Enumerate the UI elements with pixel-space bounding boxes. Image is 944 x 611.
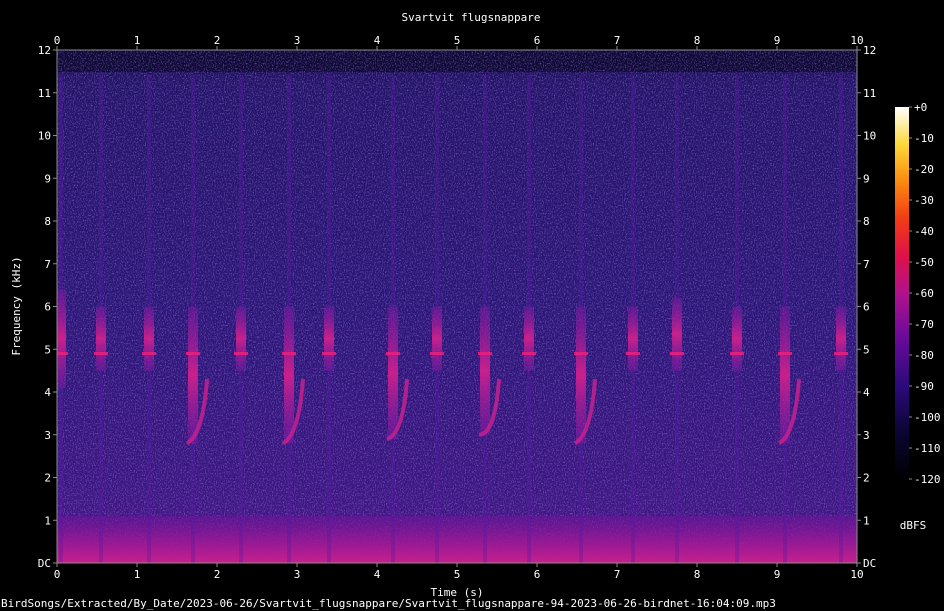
- colorbar-tick-label: -70: [914, 318, 934, 331]
- x-tick-label: 1: [134, 568, 141, 581]
- y-tick-label-right: 8: [863, 215, 870, 228]
- syllable-sweep: [780, 306, 790, 444]
- syllable-sweep: [388, 306, 398, 440]
- y-tick-label-right: 10: [863, 130, 876, 143]
- x-tick-label: 3: [294, 568, 301, 581]
- colorbar-tick-label: +0: [914, 101, 927, 114]
- syllable-sweep: [836, 306, 846, 371]
- y-tick-label: 10: [38, 130, 51, 143]
- colorbar: +0 -10 -20 -30 -40 -50 -60 -70 -80 -90 -100 -110 -12…: [895, 101, 941, 532]
- colorbar-tick-label: -80: [914, 349, 934, 362]
- y-axis-right: DC123456789101112: [857, 44, 876, 570]
- syllable-sweep: [672, 297, 682, 371]
- syllable-sweep: [324, 306, 334, 371]
- y-tick-label-right: 4: [863, 386, 870, 399]
- syllable-sweep: [432, 306, 442, 371]
- x-tick-label-top: 6: [534, 34, 541, 47]
- syllable-sweep: [524, 306, 534, 371]
- x-tick-label-top: 4: [374, 34, 381, 47]
- file-path: BirdSongs/Extracted/By_Date/2023-06-26/S…: [1, 597, 776, 610]
- y-tick-label: 1: [44, 514, 51, 527]
- y-tick-label: DC: [38, 557, 51, 570]
- x-tick-label-top: 3: [294, 34, 301, 47]
- colorbar-tick-label: -40: [914, 225, 934, 238]
- colorbar-gradient: [895, 107, 909, 479]
- y-tick-label-right: 3: [863, 429, 870, 442]
- x-tick-label: 2: [214, 568, 221, 581]
- colorbar-tick-label: -50: [914, 256, 934, 269]
- x-tick-label: 5: [454, 568, 461, 581]
- x-tick-label-top: 7: [614, 34, 621, 47]
- y-tick-label-right: 2: [863, 472, 870, 485]
- syllable-sweep: [144, 306, 154, 371]
- colorbar-label: dBFS: [900, 519, 927, 532]
- colorbar-tick-label: -100: [914, 411, 941, 424]
- y-tick-label: 6: [44, 301, 51, 314]
- x-tick-label-top: 8: [694, 34, 701, 47]
- x-tick-label-top: 5: [454, 34, 461, 47]
- x-axis-bottom: 0 1 2 3 4 5 6 7 8 9 10: [54, 563, 864, 581]
- y-tick-label-right: DC: [863, 557, 876, 570]
- y-tick-label: 4: [44, 386, 51, 399]
- y-tick-label-right: 1: [863, 514, 870, 527]
- y-tick-label: 8: [44, 215, 51, 228]
- y-tick-label-right: 9: [863, 172, 870, 185]
- x-tick-label-top: 10: [850, 34, 863, 47]
- colorbar-ticks: +0 -10 -20 -30 -40 -50 -60 -70 -80 -90 -100 -110 -12…: [909, 101, 941, 486]
- x-tick-label: 7: [614, 568, 621, 581]
- x-tick-label-top: 2: [214, 34, 221, 47]
- y-tick-label: 7: [44, 258, 51, 271]
- colorbar-tick-label: -110: [914, 442, 941, 455]
- colorbar-tick-label: -30: [914, 194, 934, 207]
- x-tick-label: 4: [374, 568, 381, 581]
- x-axis-top: 0 1 2 3 4 5 6 7 8 9 10: [54, 34, 864, 50]
- y-axis-label: Frequency (kHz): [10, 256, 23, 355]
- y-tick-label: 11: [38, 87, 51, 100]
- x-tick-label: 10: [850, 568, 863, 581]
- y-axis-left: DC123456789101112: [38, 44, 57, 570]
- x-tick-label: 6: [534, 568, 541, 581]
- y-tick-label-right: 5: [863, 343, 870, 356]
- syllable-sweep: [96, 306, 106, 371]
- colorbar-tick-label: -90: [914, 380, 934, 393]
- y-tick-label: 2: [44, 472, 51, 485]
- spectrogram-plot: [57, 50, 857, 563]
- syllable-sweep: [576, 306, 586, 444]
- colorbar-tick-label: -60: [914, 287, 934, 300]
- x-tick-label-top: 0: [54, 34, 61, 47]
- x-tick-label-top: 1: [134, 34, 141, 47]
- y-tick-label-right: 7: [863, 258, 870, 271]
- colorbar-tick-label: -120: [914, 473, 941, 486]
- x-tick-label: 0: [54, 568, 61, 581]
- y-tick-label: 9: [44, 172, 51, 185]
- syllable-sweep: [732, 306, 742, 371]
- colorbar-tick-label: -20: [914, 163, 934, 176]
- x-tick-label: 9: [774, 568, 781, 581]
- chart-title: Svartvit flugsnappare: [401, 11, 540, 24]
- y-tick-label: 5: [44, 343, 51, 356]
- y-tick-label-right: 11: [863, 87, 876, 100]
- y-tick-label: 12: [38, 44, 51, 57]
- y-tick-label-right: 6: [863, 301, 870, 314]
- syllable-sweep: [236, 306, 246, 371]
- x-tick-label: 8: [694, 568, 701, 581]
- colorbar-tick-label: -10: [914, 132, 934, 145]
- y-tick-label-right: 12: [863, 44, 876, 57]
- syllable-sweep: [188, 306, 198, 444]
- syllable-sweep: [480, 306, 490, 435]
- x-tick-label-top: 9: [774, 34, 781, 47]
- spectrogram-chart: Svartvit flugsnappare 0 1 2 3 4 5 6 7 8 9 10 01234…: [10, 11, 941, 599]
- syllable-sweep: [284, 306, 294, 444]
- y-tick-label: 3: [44, 429, 51, 442]
- syllable-sweep: [628, 306, 638, 371]
